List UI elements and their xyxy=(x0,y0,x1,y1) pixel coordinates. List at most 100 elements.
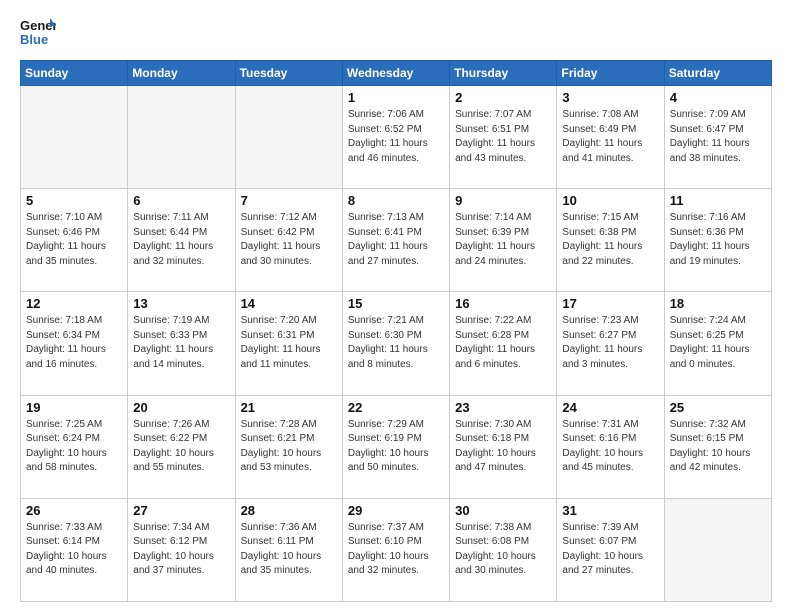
calendar-cell: 18 Sunrise: 7:24 AM Sunset: 6:25 PM Dayli… xyxy=(664,292,771,395)
calendar-cell: 27Sunrise: 7:34 AM Sunset: 6:12 PM Dayli… xyxy=(128,498,235,601)
day-number: 15 xyxy=(348,296,444,311)
day-info: Sunrise: 7:36 AM Sunset: 6:11 PM Dayligh… xyxy=(241,521,337,579)
calendar-cell: 8 Sunrise: 7:13 AM Sunset: 6:41 PM Daylig… xyxy=(342,189,449,292)
day-info: Sunrise: 7:39 AM Sunset: 6:07 PM Dayligh… xyxy=(562,521,658,579)
calendar-cell: 15 Sunrise: 7:21 AM Sunset: 6:30 PM Dayli… xyxy=(342,292,449,395)
day-number: 3 xyxy=(562,90,658,105)
calendar-cell: 9 Sunrise: 7:14 AM Sunset: 6:39 PM Daylig… xyxy=(450,189,557,292)
day-info: Sunrise: 7:32 AM Sunset: 6:15 PM Dayligh… xyxy=(670,418,766,476)
day-number: 18 xyxy=(670,296,766,311)
day-number: 31 xyxy=(562,503,658,518)
calendar-week-row: 26 Sunrise: 7:33 AM Sunset: 6:14 PM Dayli… xyxy=(21,498,772,601)
day-info: Sunrise: 7:06 AM Sunset: 6:52 PM Dayligh… xyxy=(348,108,444,166)
day-number: 17 xyxy=(562,296,658,311)
day-info: Sunrise: 7:25 AM Sunset: 6:24 PM Dayligh… xyxy=(26,418,122,476)
day-info: Sunrise: 7:18 AM Sunset: 6:34 PM Dayligh… xyxy=(26,314,122,372)
calendar-cell: 17 Sunrise: 7:23 AM Sunset: 6:27 PM Dayli… xyxy=(557,292,664,395)
day-number: 25 xyxy=(670,400,766,415)
day-info: Sunrise: 7:15 AM Sunset: 6:38 PM Dayligh… xyxy=(562,211,658,269)
day-info: Sunrise: 7:09 AM Sunset: 6:47 PM Dayligh… xyxy=(670,108,766,166)
calendar-cell: 12 Sunrise: 7:18 AM Sunset: 6:34 PM Dayli… xyxy=(21,292,128,395)
day-number: 2 xyxy=(455,90,551,105)
day-number: 10 xyxy=(562,193,658,208)
calendar-cell: 25 Sunrise: 7:32 AM Sunset: 6:15 PM Dayli… xyxy=(664,395,771,498)
day-number: 7 xyxy=(241,193,337,208)
day-number: 5 xyxy=(26,193,122,208)
day-number: 8 xyxy=(348,193,444,208)
day-info: Sunrise: 7:21 AM Sunset: 6:30 PM Dayligh… xyxy=(348,314,444,372)
day-number: 16 xyxy=(455,296,551,311)
day-info: Sunrise: 7:22 AM Sunset: 6:28 PM Dayligh… xyxy=(455,314,551,372)
calendar-cell: 29 Sunrise: 7:37 AM Sunset: 6:10 PM Dayli… xyxy=(342,498,449,601)
calendar-cell: 21 Sunrise: 7:28 AM Sunset: 6:21 PM Dayli… xyxy=(235,395,342,498)
calendar-day-header: Friday xyxy=(557,61,664,86)
day-number: 22 xyxy=(348,400,444,415)
calendar-day-header: Tuesday xyxy=(235,61,342,86)
day-number: 13 xyxy=(133,296,229,311)
day-number: 19 xyxy=(26,400,122,415)
calendar-cell: 7 Sunrise: 7:12 AM Sunset: 6:42 PM Daylig… xyxy=(235,189,342,292)
calendar-cell: 20Sunrise: 7:26 AM Sunset: 6:22 PM Dayli… xyxy=(128,395,235,498)
day-number: 1 xyxy=(348,90,444,105)
day-number: 28 xyxy=(241,503,337,518)
calendar-cell: 30 Sunrise: 7:38 AM Sunset: 6:08 PM Dayli… xyxy=(450,498,557,601)
day-info: Sunrise: 7:38 AM Sunset: 6:08 PM Dayligh… xyxy=(455,521,551,579)
calendar-cell: 16 Sunrise: 7:22 AM Sunset: 6:28 PM Dayli… xyxy=(450,292,557,395)
day-info: Sunrise: 7:20 AM Sunset: 6:31 PM Dayligh… xyxy=(241,314,337,372)
calendar-cell: 14 Sunrise: 7:20 AM Sunset: 6:31 PM Dayli… xyxy=(235,292,342,395)
calendar-day-header: Wednesday xyxy=(342,61,449,86)
day-info: Sunrise: 7:07 AM Sunset: 6:51 PM Dayligh… xyxy=(455,108,551,166)
day-number: 26 xyxy=(26,503,122,518)
calendar-table: SundayMondayTuesdayWednesdayThursdayFrid… xyxy=(20,60,772,602)
header: General Blue xyxy=(20,16,772,52)
calendar-day-header: Monday xyxy=(128,61,235,86)
day-info: Sunrise: 7:37 AM Sunset: 6:10 PM Dayligh… xyxy=(348,521,444,579)
calendar-cell: 6 Sunrise: 7:11 AM Sunset: 6:44 PM Daylig… xyxy=(128,189,235,292)
day-number: 30 xyxy=(455,503,551,518)
calendar-cell: 2 Sunrise: 7:07 AM Sunset: 6:51 PM Daylig… xyxy=(450,86,557,189)
calendar-header-row: SundayMondayTuesdayWednesdayThursdayFrid… xyxy=(21,61,772,86)
day-number: 9 xyxy=(455,193,551,208)
day-number: 6 xyxy=(133,193,229,208)
calendar-cell: 5Sunrise: 7:10 AM Sunset: 6:46 PM Daylig… xyxy=(21,189,128,292)
calendar-cell: 23 Sunrise: 7:30 AM Sunset: 6:18 PM Dayli… xyxy=(450,395,557,498)
calendar-week-row: 5Sunrise: 7:10 AM Sunset: 6:46 PM Daylig… xyxy=(21,189,772,292)
calendar-week-row: 12 Sunrise: 7:18 AM Sunset: 6:34 PM Dayli… xyxy=(21,292,772,395)
page: General Blue SundayMondayTuesdayWednesda… xyxy=(0,0,792,612)
day-info: Sunrise: 7:30 AM Sunset: 6:18 PM Dayligh… xyxy=(455,418,551,476)
day-info: Sunrise: 7:23 AM Sunset: 6:27 PM Dayligh… xyxy=(562,314,658,372)
calendar-week-row: 1 Sunrise: 7:06 AM Sunset: 6:52 PM Daylig… xyxy=(21,86,772,189)
day-number: 27 xyxy=(133,503,229,518)
day-number: 14 xyxy=(241,296,337,311)
day-info: Sunrise: 7:14 AM Sunset: 6:39 PM Dayligh… xyxy=(455,211,551,269)
calendar-cell: 11Sunrise: 7:16 AM Sunset: 6:36 PM Dayli… xyxy=(664,189,771,292)
logo: General Blue xyxy=(20,16,56,52)
day-info: Sunrise: 7:33 AM Sunset: 6:14 PM Dayligh… xyxy=(26,521,122,579)
day-number: 23 xyxy=(455,400,551,415)
day-info: Sunrise: 7:12 AM Sunset: 6:42 PM Dayligh… xyxy=(241,211,337,269)
day-info: Sunrise: 7:28 AM Sunset: 6:21 PM Dayligh… xyxy=(241,418,337,476)
day-number: 12 xyxy=(26,296,122,311)
day-info: Sunrise: 7:08 AM Sunset: 6:49 PM Dayligh… xyxy=(562,108,658,166)
calendar-cell: 10 Sunrise: 7:15 AM Sunset: 6:38 PM Dayli… xyxy=(557,189,664,292)
day-number: 21 xyxy=(241,400,337,415)
day-info: Sunrise: 7:26 AM Sunset: 6:22 PM Dayligh… xyxy=(133,418,229,476)
day-number: 11 xyxy=(670,193,766,208)
day-info: Sunrise: 7:19 AM Sunset: 6:33 PM Dayligh… xyxy=(133,314,229,372)
calendar-cell xyxy=(235,86,342,189)
day-number: 29 xyxy=(348,503,444,518)
day-info: Sunrise: 7:11 AM Sunset: 6:44 PM Dayligh… xyxy=(133,211,229,269)
calendar-week-row: 19 Sunrise: 7:25 AM Sunset: 6:24 PM Dayli… xyxy=(21,395,772,498)
calendar-cell: 31 Sunrise: 7:39 AM Sunset: 6:07 PM Dayli… xyxy=(557,498,664,601)
calendar-cell: 3 Sunrise: 7:08 AM Sunset: 6:49 PM Daylig… xyxy=(557,86,664,189)
calendar-cell: 26 Sunrise: 7:33 AM Sunset: 6:14 PM Dayli… xyxy=(21,498,128,601)
calendar-cell: 4Sunrise: 7:09 AM Sunset: 6:47 PM Daylig… xyxy=(664,86,771,189)
day-number: 24 xyxy=(562,400,658,415)
logo-svg: General Blue xyxy=(20,16,56,52)
calendar-cell: 28 Sunrise: 7:36 AM Sunset: 6:11 PM Dayli… xyxy=(235,498,342,601)
calendar-cell xyxy=(128,86,235,189)
day-info: Sunrise: 7:31 AM Sunset: 6:16 PM Dayligh… xyxy=(562,418,658,476)
day-info: Sunrise: 7:13 AM Sunset: 6:41 PM Dayligh… xyxy=(348,211,444,269)
day-info: Sunrise: 7:24 AM Sunset: 6:25 PM Dayligh… xyxy=(670,314,766,372)
calendar-cell: 22Sunrise: 7:29 AM Sunset: 6:19 PM Dayli… xyxy=(342,395,449,498)
